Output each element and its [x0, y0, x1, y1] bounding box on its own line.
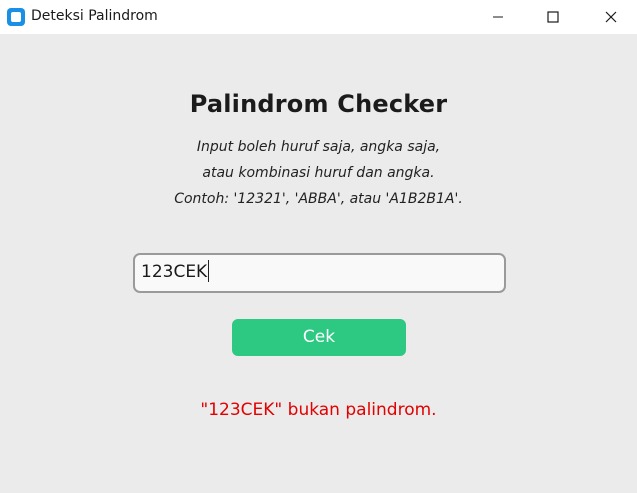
input-value: 123CEK	[141, 259, 210, 282]
palindrome-input[interactable]: 123CEK	[133, 253, 506, 293]
app-icon	[7, 8, 25, 26]
description-line: atau kombinasi huruf dan angka.	[202, 165, 435, 181]
app-window: Deteksi Palindrom Palindrom Checker Inpu…	[0, 0, 637, 493]
description-line: Contoh: '12321', 'ABBA', atau 'A1B2B1A'.	[174, 191, 463, 207]
page-title: Palindrom Checker	[189, 90, 448, 118]
main-content: Palindrom Checker Input boleh huruf saja…	[0, 34, 637, 493]
minimize-button[interactable]	[475, 0, 521, 34]
maximize-button[interactable]	[530, 0, 576, 34]
minimize-icon	[493, 16, 503, 18]
close-icon	[605, 11, 617, 23]
close-button[interactable]	[588, 0, 634, 34]
title-bar: Deteksi Palindrom	[0, 0, 637, 34]
check-button[interactable]: Cek	[232, 319, 406, 356]
description-line: Input boleh huruf saja, angka saja,	[196, 139, 441, 155]
result-message: "123CEK" bukan palindrom.	[200, 400, 437, 420]
window-title: Deteksi Palindrom	[31, 8, 158, 24]
input-text: 123CEK	[141, 262, 208, 282]
maximize-icon	[547, 11, 559, 23]
text-caret	[208, 259, 210, 282]
